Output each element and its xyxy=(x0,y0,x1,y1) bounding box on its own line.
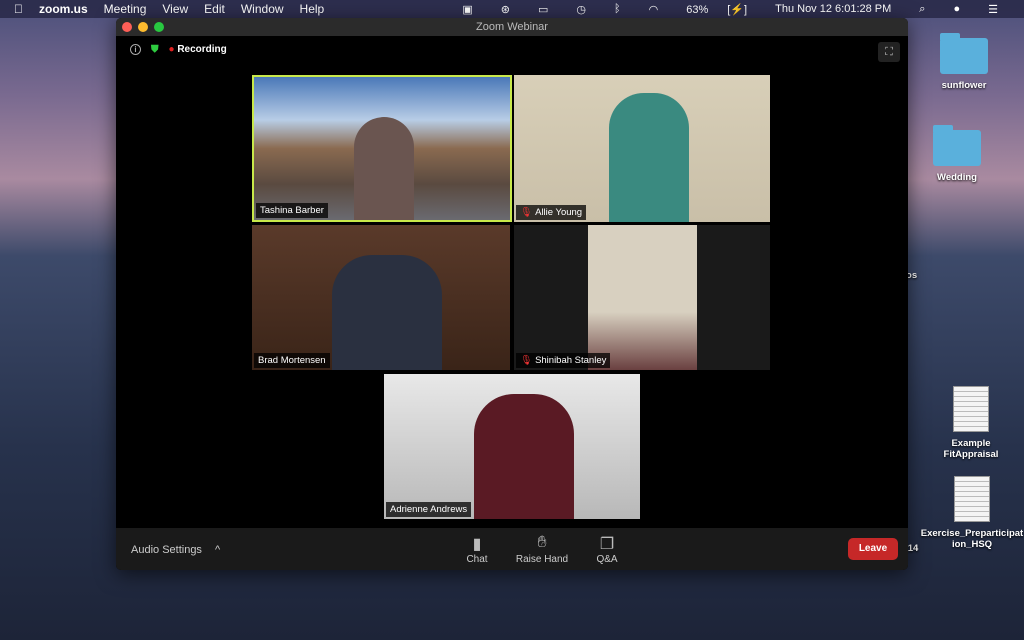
audio-settings-button[interactable]: Audio Settings ^ xyxy=(131,544,220,556)
fullscreen-icon[interactable]: ⛶ xyxy=(878,42,900,62)
notification-center-icon[interactable]: ☰ xyxy=(988,3,998,16)
participant-video xyxy=(588,225,697,370)
recording-indicator[interactable]: ● Recording xyxy=(169,44,227,55)
folder-icon xyxy=(933,125,981,166)
airplay-icon[interactable]: ▭ xyxy=(538,3,548,16)
creative-cloud-icon[interactable]: ⊛ xyxy=(501,3,510,16)
zoom-webinar-window: Zoom Webinar i ⛊ ● Recording ⛶ Tashina B… xyxy=(116,18,908,570)
meeting-toolbar: Audio Settings ^ ▮ Chat ✋︎ Raise Hand ❐ Q&A… xyxy=(116,528,908,570)
desktop-label: sunflower xyxy=(941,80,987,91)
participant-name: Allie Young xyxy=(535,207,583,218)
time-machine-icon[interactable]: ◷ xyxy=(576,3,586,16)
chevron-up-icon[interactable]: ^ xyxy=(215,544,220,556)
menu-bar:  zoom.us Meeting View Edit Window Help … xyxy=(0,0,1024,18)
menu-help[interactable]: Help xyxy=(300,2,325,16)
participant-name: Adrienne Andrews xyxy=(386,502,472,517)
menu-app[interactable]: zoom.us xyxy=(39,2,88,16)
chat-icon: ▮ xyxy=(472,536,482,553)
bluetooth-icon[interactable]: ᛒ xyxy=(614,3,621,15)
apple-icon[interactable]:  xyxy=(14,2,23,16)
maximize-button[interactable] xyxy=(154,22,164,32)
leave-button[interactable]: Leave xyxy=(848,538,898,560)
zoom-status-icon[interactable]: ▣ xyxy=(462,3,472,16)
document-icon xyxy=(953,386,989,432)
desktop-file-exercise[interactable]: Exercise_Preparticipation_HSQ xyxy=(920,476,1024,550)
clock[interactable]: Thu Nov 12 6:01:28 PM xyxy=(775,3,891,15)
audio-settings-label: Audio Settings xyxy=(131,544,202,556)
desktop-label: Example FitAppraisal xyxy=(943,438,999,460)
menu-meeting[interactable]: Meeting xyxy=(104,2,147,16)
desktop-file-example-fitappraisal[interactable]: Example FitAppraisal xyxy=(926,386,1016,460)
chat-button[interactable]: ▮ Chat xyxy=(464,534,490,565)
minimize-button[interactable] xyxy=(138,22,148,32)
qa-label: Q&A xyxy=(596,554,618,565)
participant-video xyxy=(609,93,689,222)
participant-name: Brad Mortensen xyxy=(254,353,330,368)
hand-icon: ✋︎ xyxy=(537,534,547,551)
close-button[interactable] xyxy=(122,22,132,32)
qa-button[interactable]: ❐ Q&A xyxy=(594,534,620,565)
participant-name: Tashina Barber xyxy=(256,203,328,218)
info-icon[interactable]: i xyxy=(130,44,141,55)
siri-icon[interactable]: ● xyxy=(953,3,960,15)
desktop-partial-label: 14 xyxy=(907,543,919,554)
recording-label: Recording xyxy=(177,44,227,55)
participant-name-label: 🎙︎ Allie Young xyxy=(516,205,587,220)
folder-icon xyxy=(940,33,988,74)
document-icon xyxy=(954,476,990,522)
video-tile-adrienne-andrews[interactable]: Adrienne Andrews xyxy=(384,374,640,519)
video-tile-shinibah-stanley[interactable]: 🎙︎ Shinibah Stanley xyxy=(514,225,770,370)
participant-video xyxy=(474,394,574,519)
desktop-label: Exercise_Preparticipation_HSQ xyxy=(920,528,1024,550)
wifi-icon[interactable]: ◠ xyxy=(649,3,659,16)
spotlight-icon[interactable]: ⌕ xyxy=(919,3,925,16)
chat-label: Chat xyxy=(466,554,488,565)
window-title: Zoom Webinar xyxy=(476,21,548,33)
raise-hand-button[interactable]: ✋︎ Raise Hand xyxy=(514,534,570,565)
menu-view[interactable]: View xyxy=(162,2,188,16)
participant-name-label: 🎙︎ Shinibah Stanley xyxy=(516,353,611,368)
video-tile-allie-young[interactable]: 🎙︎ Allie Young xyxy=(514,75,770,222)
participant-video xyxy=(354,117,414,220)
video-tile-tashina-barber[interactable]: Tashina Barber xyxy=(252,75,512,222)
qa-icon: ❐ xyxy=(599,536,615,553)
battery-percent: 63% xyxy=(686,3,709,16)
muted-mic-icon: 🎙︎ xyxy=(520,355,533,366)
participant-video xyxy=(332,255,442,370)
recording-dot-icon: ● xyxy=(168,44,175,55)
battery-status[interactable]: 63% [⚡] xyxy=(686,3,747,16)
participant-name: Shinibah Stanley xyxy=(535,355,607,366)
video-tile-brad-mortensen[interactable]: Brad Mortensen xyxy=(252,225,510,370)
raise-hand-label: Raise Hand xyxy=(515,554,569,565)
menu-edit[interactable]: Edit xyxy=(204,2,225,16)
desktop-folder-sunflower[interactable]: sunflower xyxy=(919,33,1009,91)
desktop-label: Wedding xyxy=(937,172,977,183)
encryption-shield-icon[interactable]: ⛊ xyxy=(151,44,159,55)
muted-mic-icon: 🎙︎ xyxy=(520,207,533,218)
menu-window[interactable]: Window xyxy=(241,2,284,16)
desktop-folder-wedding[interactable]: Wedding xyxy=(912,125,1002,183)
title-bar[interactable]: Zoom Webinar xyxy=(116,18,908,36)
